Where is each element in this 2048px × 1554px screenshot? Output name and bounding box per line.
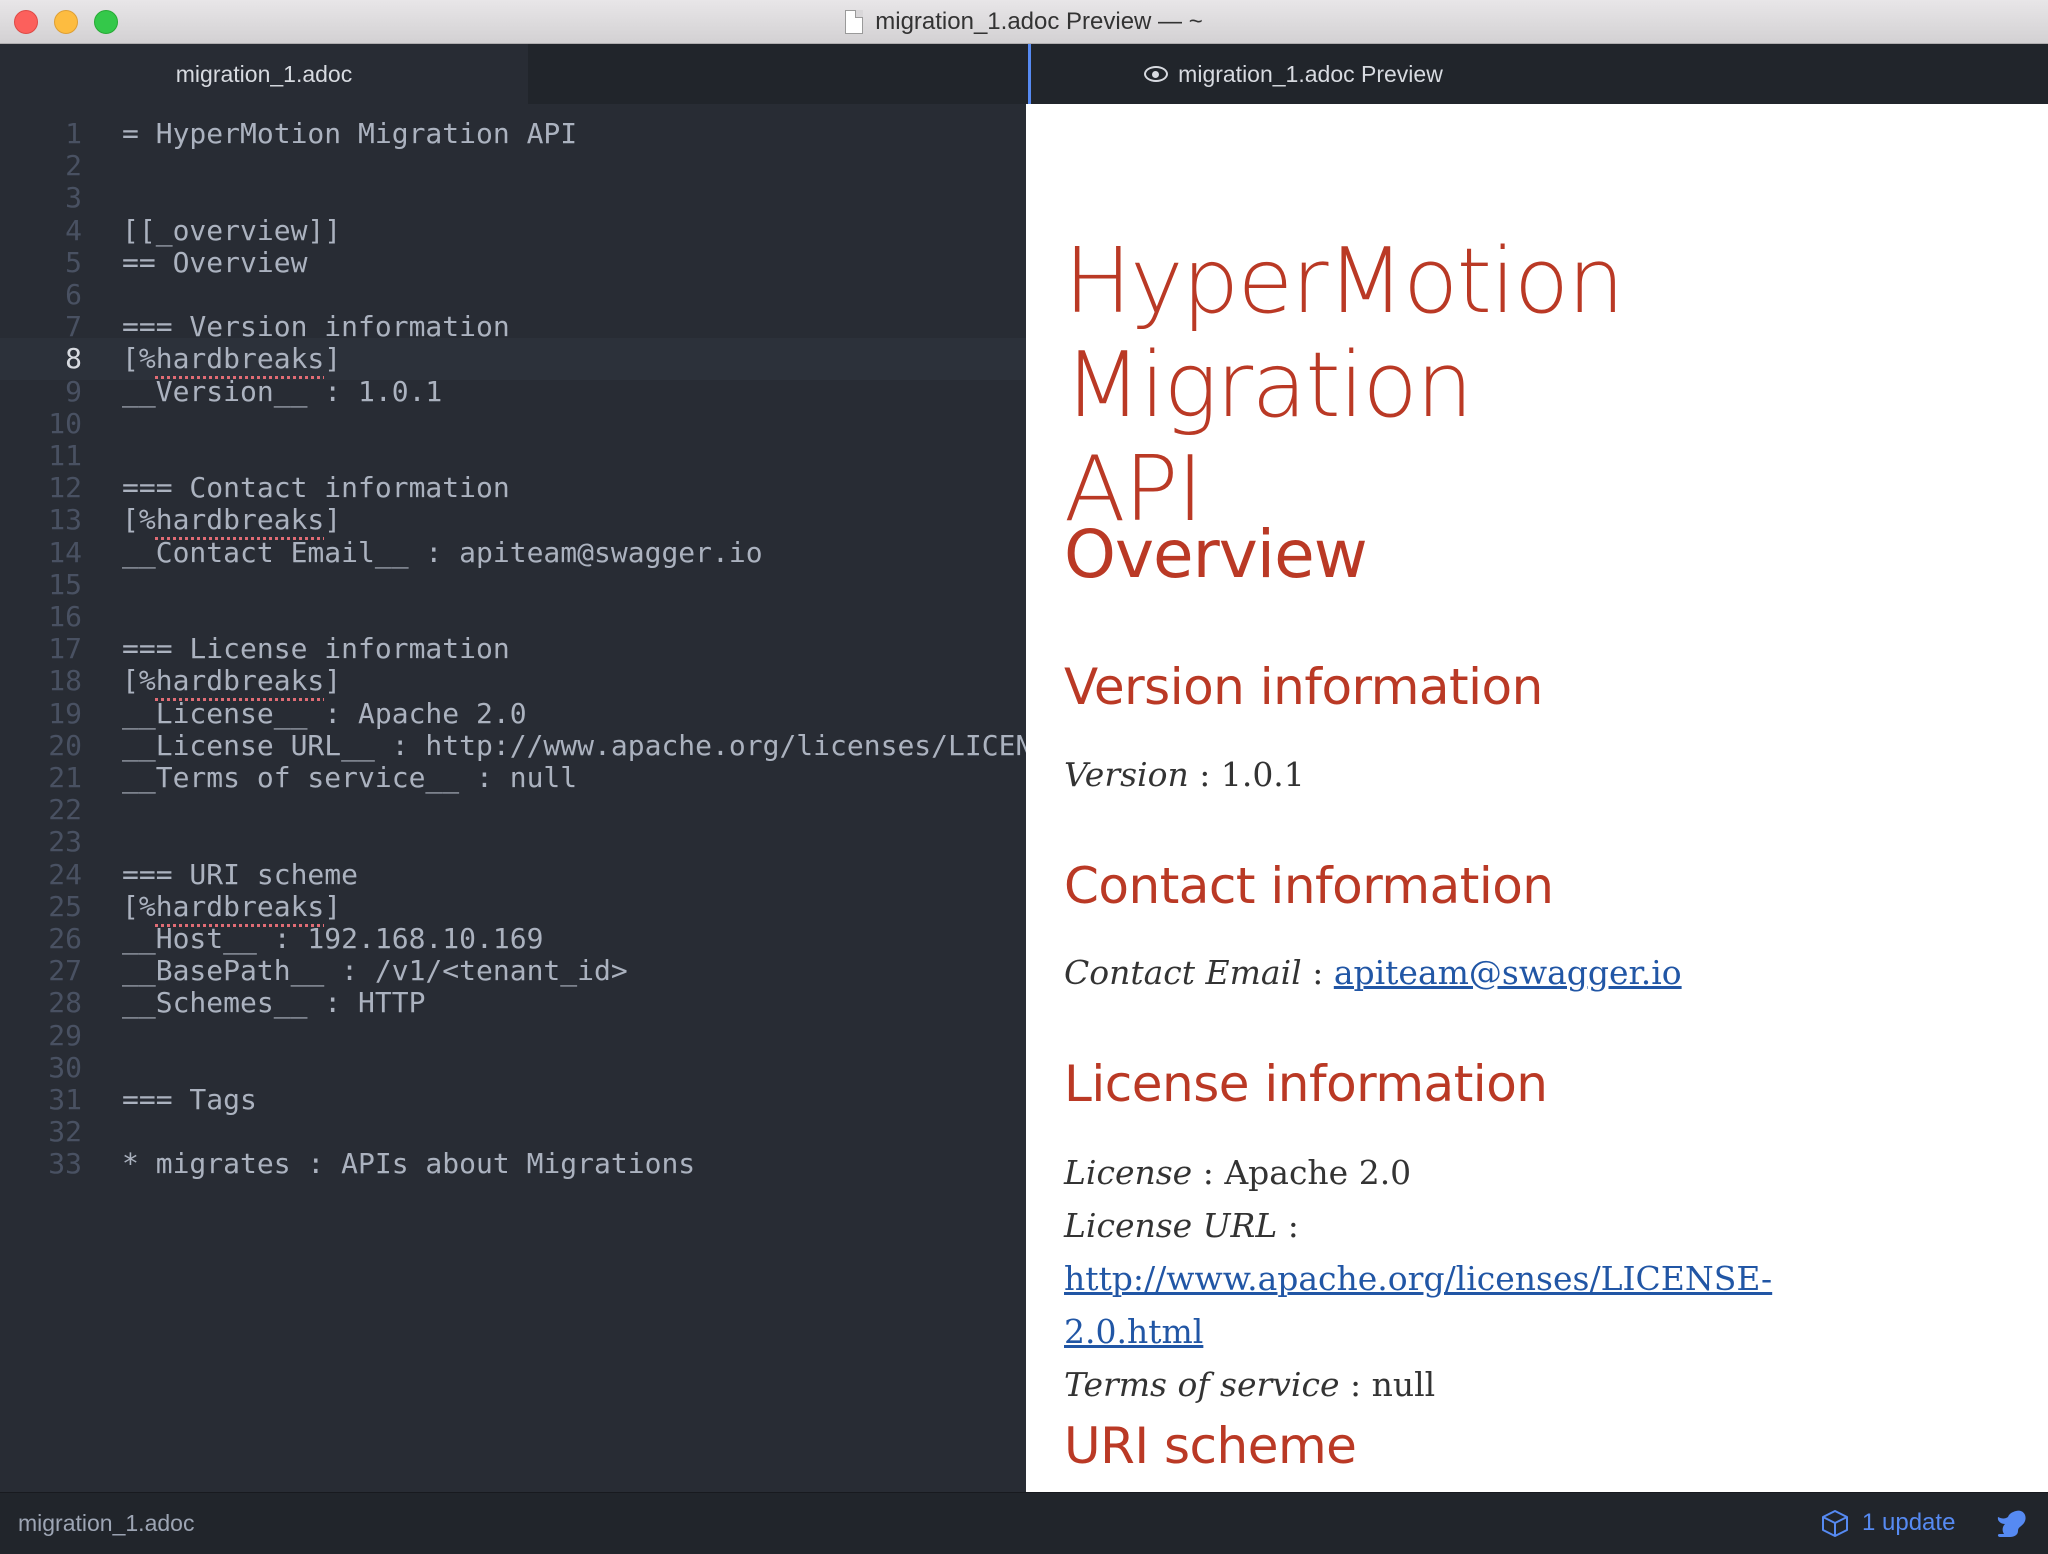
status-bar: migration_1.adoc 1 update bbox=[0, 1492, 2048, 1554]
preview-title: HyperMotion Migration API bbox=[1064, 229, 1625, 542]
license-paragraph: License : Apache 2.0 License URL : http:… bbox=[1064, 1153, 1773, 1404]
overview-heading: Overview bbox=[1064, 516, 1368, 593]
tab-editor-label: migration_1.adoc bbox=[175, 60, 353, 87]
update-button[interactable]: 1 update bbox=[1820, 1493, 1955, 1553]
license-heading: License information bbox=[1064, 1055, 1548, 1113]
license-url-link[interactable]: http://www.apache.org/licenses/LICENSE- bbox=[1064, 1259, 1772, 1298]
license-url-link-cont[interactable]: 2.0.html bbox=[1064, 1312, 1203, 1351]
line-code: * migrates : APIs about Migrations bbox=[122, 1147, 696, 1181]
contact-email-link[interactable]: apiteam@swagger.io bbox=[1334, 953, 1682, 992]
version-heading: Version information bbox=[1064, 658, 1543, 716]
contact-heading: Contact information bbox=[1064, 857, 1554, 915]
tab-preview-label: migration_1.adoc Preview bbox=[1178, 60, 1443, 87]
uri-heading: URI scheme bbox=[1064, 1417, 1357, 1475]
title-bar: migration_1.adoc Preview — ~ bbox=[0, 0, 2048, 44]
preview-pane: HyperMotion Migration API Overview Versi… bbox=[1026, 104, 2048, 1492]
editor-line[interactable]: 33 * migrates : APIs about Migrations bbox=[0, 1143, 1026, 1185]
tab-editor[interactable]: migration_1.adoc bbox=[0, 44, 528, 104]
update-label: 1 update bbox=[1862, 1509, 1956, 1536]
tab-preview[interactable]: migration_1.adoc Preview bbox=[1028, 44, 1556, 104]
package-icon bbox=[1822, 1510, 1848, 1537]
window-title: migration_1.adoc Preview — ~ bbox=[875, 8, 1203, 35]
line-number: 33 bbox=[48, 1147, 82, 1181]
version-paragraph: Version : 1.0.1 bbox=[1064, 755, 1305, 794]
eye-icon bbox=[1144, 66, 1169, 82]
code-editor[interactable]: 1 = HyperMotion Migration API 2 3 4 [[_overvi… bbox=[0, 104, 1026, 1492]
squirrel-icon[interactable] bbox=[1994, 1507, 2028, 1539]
contact-paragraph: Contact Email : apiteam@swagger.io bbox=[1064, 953, 1682, 992]
tab-bar: migration_1.adoc migration_1.adoc Previe… bbox=[0, 44, 2048, 104]
status-file-path[interactable]: migration_1.adoc bbox=[18, 1493, 194, 1553]
document-icon bbox=[845, 10, 864, 34]
